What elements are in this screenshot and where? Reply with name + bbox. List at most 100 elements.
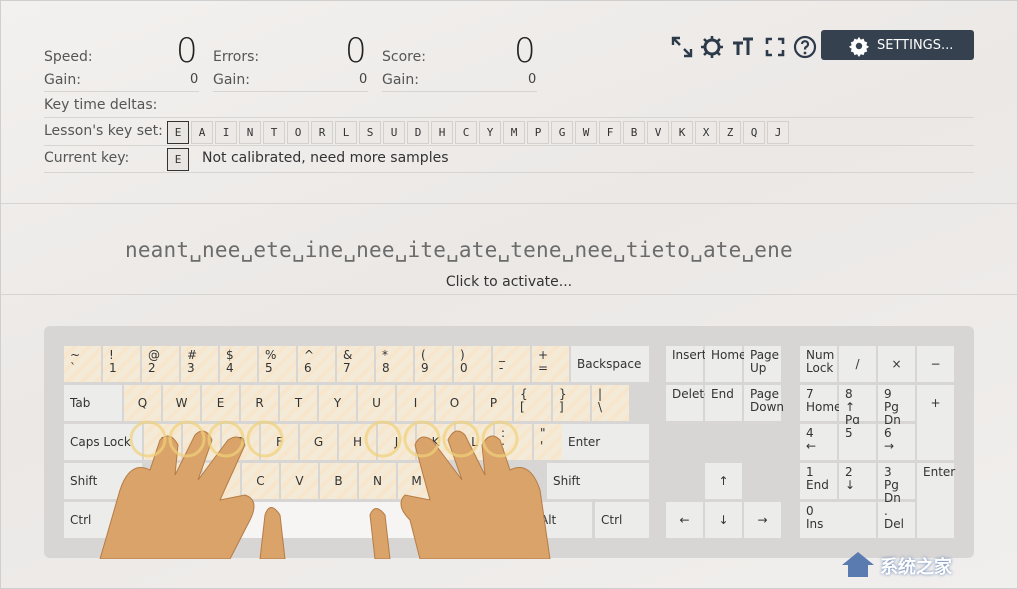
speed-value: 0 bbox=[176, 31, 198, 71]
key-num-8[interactable]: 8↑ Pg Dn bbox=[839, 385, 876, 440]
key-time-deltas-label: Key time deltas: bbox=[44, 97, 158, 113]
key-num-5[interactable]: 5 bbox=[839, 424, 876, 460]
key-4-row1[interactable]: $4 bbox=[220, 346, 257, 382]
keyset-key-y: Y bbox=[479, 121, 501, 144]
keyset-key-b: B bbox=[623, 121, 645, 144]
key-num-4[interactable]: 4 ← bbox=[800, 424, 837, 460]
keyset-key-p: P bbox=[527, 121, 549, 144]
divider bbox=[1, 294, 1017, 295]
key-nav-3[interactable]: Delete bbox=[666, 385, 711, 421]
settings-button[interactable]: SETTINGS... bbox=[821, 30, 974, 60]
key-7-row1[interactable]: & 7 bbox=[337, 346, 374, 382]
key-num-multiply[interactable]: × bbox=[878, 346, 915, 382]
key-num-plus[interactable]: + bbox=[917, 385, 954, 460]
keyset-key-a: A bbox=[191, 121, 213, 144]
keyset-key-h: H bbox=[431, 121, 453, 144]
key-bracket-2[interactable]: | \ bbox=[592, 385, 629, 421]
key-arrow-right[interactable]: → bbox=[744, 502, 781, 538]
key-arrow-down[interactable]: ↓ bbox=[705, 502, 742, 538]
score-value: 0 bbox=[514, 31, 536, 71]
keyset-key-f: F bbox=[599, 121, 621, 144]
click-to-activate[interactable]: Click to activate... bbox=[0, 274, 1018, 290]
key-y[interactable]: Y bbox=[319, 385, 356, 421]
key-tab[interactable]: Tab bbox=[64, 385, 122, 421]
key-5-row1[interactable]: % 5 bbox=[259, 346, 296, 382]
key-u[interactable]: U bbox=[358, 385, 395, 421]
brightness-icon[interactable] bbox=[700, 35, 724, 59]
lesson-key-set-label: Lesson's key set: bbox=[44, 123, 163, 139]
divider bbox=[213, 91, 368, 92]
key-num-1[interactable]: 1 End bbox=[800, 463, 837, 499]
key-num-6[interactable]: 6 → bbox=[878, 424, 915, 460]
house-logo-icon bbox=[842, 552, 874, 577]
key-t[interactable]: T bbox=[280, 385, 317, 421]
watermark-logo: 系统之家 bbox=[840, 547, 1010, 583]
key-10-row1[interactable]: ) 0 bbox=[454, 346, 491, 382]
key-11-row1[interactable]: _ - bbox=[493, 346, 530, 382]
current-key-status: Not calibrated, need more samples bbox=[202, 150, 449, 166]
lesson-text[interactable]: neant␣nee␣ete␣ine␣nee␣ite␣ate␣tene␣nee␣t… bbox=[125, 238, 793, 262]
key-num-minus[interactable]: − bbox=[917, 346, 954, 382]
key-i[interactable]: I bbox=[397, 385, 434, 421]
keyset-key-w: W bbox=[575, 121, 597, 144]
fullscreen-icon[interactable] bbox=[763, 35, 787, 59]
key-num-divide[interactable]: / bbox=[839, 346, 876, 382]
divider bbox=[44, 117, 974, 118]
key-num-7[interactable]: 7 Home bbox=[800, 385, 841, 421]
key-backspace[interactable]: Backspace bbox=[571, 346, 649, 382]
key-r[interactable]: R bbox=[241, 385, 278, 421]
key-arrow-left[interactable]: ← bbox=[666, 502, 703, 538]
key-nav-2[interactable]: Page Up bbox=[744, 346, 781, 382]
key-0-row1[interactable]: ~ ` bbox=[64, 346, 101, 382]
key-arrow-up[interactable]: ↑ bbox=[705, 463, 742, 499]
key-3-row1[interactable]: #3 bbox=[181, 346, 218, 382]
key-nav-4[interactable]: End bbox=[705, 385, 742, 421]
key-2-row1[interactable]: @2 bbox=[142, 346, 179, 382]
errors-gain-label: Gain: bbox=[213, 72, 250, 88]
keyset-key-g: G bbox=[551, 121, 573, 144]
key-6-row1[interactable]: ^ 6 bbox=[298, 346, 335, 382]
key-9-row1[interactable]: (9 bbox=[415, 346, 452, 382]
score-label: Score: bbox=[382, 49, 426, 65]
key-num-enter[interactable]: Enter bbox=[917, 463, 955, 538]
key-num-2[interactable]: 2 ↓ bbox=[839, 463, 876, 499]
divider bbox=[44, 91, 199, 92]
settings-button-label: SETTINGS... bbox=[877, 38, 954, 53]
key-num-0[interactable]: 0 Ins bbox=[800, 502, 876, 538]
gear-icon bbox=[848, 36, 870, 57]
key-num-dot[interactable]: . Del bbox=[878, 502, 915, 538]
key-o[interactable]: O bbox=[436, 385, 473, 421]
key-e[interactable]: E bbox=[202, 385, 239, 421]
key-w[interactable]: W bbox=[163, 385, 200, 421]
text-size-icon[interactable] bbox=[731, 35, 755, 59]
key-nav-0[interactable]: Insert bbox=[666, 346, 706, 382]
expand-icon[interactable] bbox=[670, 35, 694, 59]
errors-gain-value: 0 bbox=[359, 72, 368, 87]
key-num-9[interactable]: 9 Pg Dn bbox=[878, 385, 915, 427]
keyset-key-s: S bbox=[359, 121, 381, 144]
current-key-cell: E bbox=[167, 148, 189, 171]
key-12-row1[interactable]: + = bbox=[532, 346, 569, 382]
keyset-key-v: V bbox=[647, 121, 669, 144]
keyset-key-e: E bbox=[167, 121, 189, 144]
key-ctrl-right[interactable]: Ctrl bbox=[595, 502, 649, 538]
keyset-key-t: T bbox=[263, 121, 285, 144]
key-8-row1[interactable]: * 8 bbox=[376, 346, 413, 382]
key-nav-1[interactable]: Home bbox=[705, 346, 746, 382]
keyset-key-x: X bbox=[695, 121, 717, 144]
key-1-row1[interactable]: ! 1 bbox=[103, 346, 140, 382]
key-p[interactable]: P bbox=[475, 385, 512, 421]
keyset-key-n: N bbox=[239, 121, 261, 144]
help-icon[interactable] bbox=[793, 35, 817, 59]
key-bracket-1[interactable]: }] bbox=[553, 385, 590, 421]
divider bbox=[44, 145, 974, 146]
keyset-key-j: J bbox=[767, 121, 789, 144]
key-num-3[interactable]: 3 Pg Dn bbox=[878, 463, 915, 505]
key-numlock[interactable]: Num Lock bbox=[800, 346, 837, 382]
speed-label: Speed: bbox=[44, 49, 93, 65]
key-bracket-0[interactable]: {[ bbox=[514, 385, 551, 421]
errors-value: 0 bbox=[345, 31, 367, 71]
keyset-key-i: I bbox=[215, 121, 237, 144]
key-nav-5[interactable]: Page Down bbox=[744, 385, 784, 421]
key-q[interactable]: Q bbox=[124, 385, 161, 421]
